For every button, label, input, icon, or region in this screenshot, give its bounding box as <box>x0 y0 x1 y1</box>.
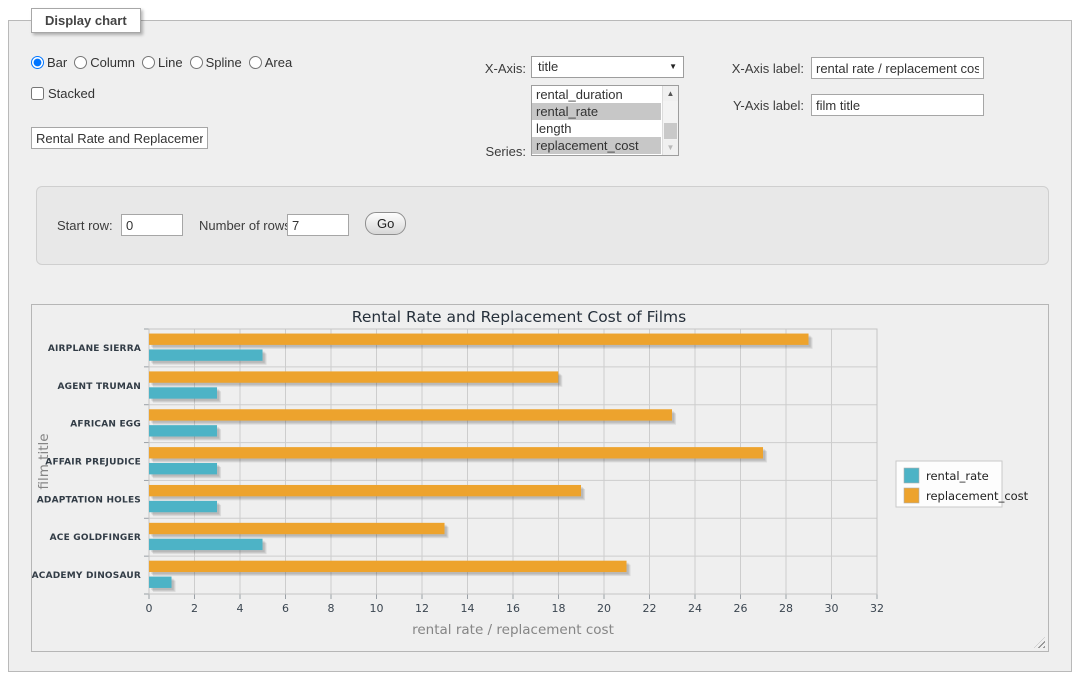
bar-rental_rate <box>149 387 217 398</box>
svg-text:18: 18 <box>552 602 566 615</box>
series-option-rental_duration[interactable]: rental_duration <box>532 86 661 103</box>
svg-text:4: 4 <box>237 602 244 615</box>
number-of-rows-input[interactable] <box>287 214 349 236</box>
x-axis-select-label: X-Axis: <box>407 61 526 76</box>
bar-rental_rate <box>149 501 217 512</box>
bar-replacement_cost <box>149 485 581 496</box>
svg-text:26: 26 <box>734 602 748 615</box>
svg-text:2: 2 <box>191 602 198 615</box>
svg-text:28: 28 <box>779 602 793 615</box>
svg-text:6: 6 <box>282 602 289 615</box>
x-axis-label-input[interactable] <box>811 57 984 79</box>
go-button[interactable]: Go <box>365 212 406 235</box>
display-chart-fieldset: Display chart BarColumnLineSplineArea St… <box>8 20 1072 672</box>
chart-type-option-area[interactable]: Area <box>249 55 292 70</box>
x-axis-select[interactable]: title ▼ <box>531 56 684 78</box>
scrollbar-thumb[interactable] <box>664 123 677 139</box>
svg-text:14: 14 <box>461 602 475 615</box>
svg-text:ACADEMY DINOSAUR: ACADEMY DINOSAUR <box>32 571 141 581</box>
bar-replacement_cost <box>149 523 445 534</box>
svg-text:24: 24 <box>688 602 702 615</box>
series-option-length[interactable]: length <box>532 120 661 137</box>
svg-text:AGENT TRUMAN: AGENT TRUMAN <box>57 382 141 392</box>
bar-replacement_cost <box>149 371 558 382</box>
series-option-replacement_cost[interactable]: replacement_cost <box>532 137 661 154</box>
series-option-rental_rate[interactable]: rental_rate <box>532 103 661 120</box>
radio-column[interactable] <box>74 56 87 69</box>
bar-chart-svg: 02468101214161820222426283032AIRPLANE SI… <box>32 305 1048 651</box>
svg-text:0: 0 <box>146 602 153 615</box>
bar-replacement_cost <box>149 409 672 420</box>
fieldset-legend: Display chart <box>31 8 141 33</box>
scroll-down-icon[interactable]: ▼ <box>663 140 678 155</box>
chevron-down-icon: ▼ <box>669 57 677 77</box>
number-of-rows-label: Number of rows: <box>199 218 294 233</box>
bar-rental_rate <box>149 539 263 550</box>
chart-title-input[interactable] <box>31 127 208 149</box>
series-listbox[interactable]: rental_durationrental_ratelengthreplacem… <box>531 85 679 156</box>
bar-rental_rate <box>149 349 263 360</box>
svg-text:Rental Rate and Replacement Co: Rental Rate and Replacement Cost of Film… <box>352 308 686 326</box>
svg-text:8: 8 <box>328 602 335 615</box>
scroll-up-icon[interactable]: ▲ <box>663 86 678 101</box>
radio-line[interactable] <box>142 56 155 69</box>
y-axis-label-label: Y-Axis label: <box>709 98 804 113</box>
chart-type-option-line[interactable]: Line <box>142 55 183 70</box>
chart-type-option-bar[interactable]: Bar <box>31 55 67 70</box>
svg-text:replacement_cost: replacement_cost <box>926 489 1029 503</box>
svg-text:10: 10 <box>370 602 384 615</box>
svg-text:12: 12 <box>415 602 429 615</box>
start-row-input[interactable] <box>121 214 183 236</box>
svg-text:30: 30 <box>825 602 839 615</box>
stacked-checkbox-row: Stacked <box>31 86 95 101</box>
stacked-label[interactable]: Stacked <box>31 86 95 101</box>
bar-rental_rate <box>149 577 172 588</box>
svg-text:AIRPLANE SIERRA: AIRPLANE SIERRA <box>48 344 141 354</box>
x-axis-label-label: X-Axis label: <box>709 61 804 76</box>
start-row-label: Start row: <box>57 218 113 233</box>
svg-text:rental rate / replacement cost: rental rate / replacement cost <box>412 622 614 638</box>
x-axis-selected-value: title <box>538 59 558 74</box>
svg-text:film title: film title <box>36 433 52 489</box>
y-axis-label-input[interactable] <box>811 94 984 116</box>
bar-rental_rate <box>149 425 217 436</box>
series-listbox-options: rental_durationrental_ratelengthreplacem… <box>532 86 678 154</box>
svg-text:AFFAIR PREJUDICE: AFFAIR PREJUDICE <box>45 458 141 468</box>
bar-replacement_cost <box>149 561 627 572</box>
svg-text:rental_rate: rental_rate <box>926 469 989 483</box>
bar-replacement_cost <box>149 334 809 345</box>
series-select-label: Series: <box>407 144 526 159</box>
svg-text:20: 20 <box>597 602 611 615</box>
svg-text:32: 32 <box>870 602 884 615</box>
chart-type-radios: Bar Column Line Spline Area <box>31 55 299 70</box>
svg-text:16: 16 <box>506 602 520 615</box>
svg-text:AFRICAN EGG: AFRICAN EGG <box>70 420 141 430</box>
chart-panel: 02468101214161820222426283032AIRPLANE SI… <box>31 304 1049 652</box>
radio-area[interactable] <box>249 56 262 69</box>
chart-type-option-spline[interactable]: Spline <box>190 55 242 70</box>
bar-replacement_cost <box>149 447 763 458</box>
bar-rental_rate <box>149 463 217 474</box>
listbox-scrollbar[interactable]: ▲ ▼ <box>662 86 678 155</box>
chart-type-option-column[interactable]: Column <box>74 55 135 70</box>
svg-text:22: 22 <box>643 602 657 615</box>
svg-text:ADAPTATION HOLES: ADAPTATION HOLES <box>37 495 141 505</box>
svg-text:ACE GOLDFINGER: ACE GOLDFINGER <box>50 533 141 543</box>
radio-bar[interactable] <box>31 56 44 69</box>
radio-spline[interactable] <box>190 56 203 69</box>
stacked-checkbox[interactable] <box>31 87 44 100</box>
rows-panel: Start row: Number of rows: Go <box>36 186 1049 265</box>
